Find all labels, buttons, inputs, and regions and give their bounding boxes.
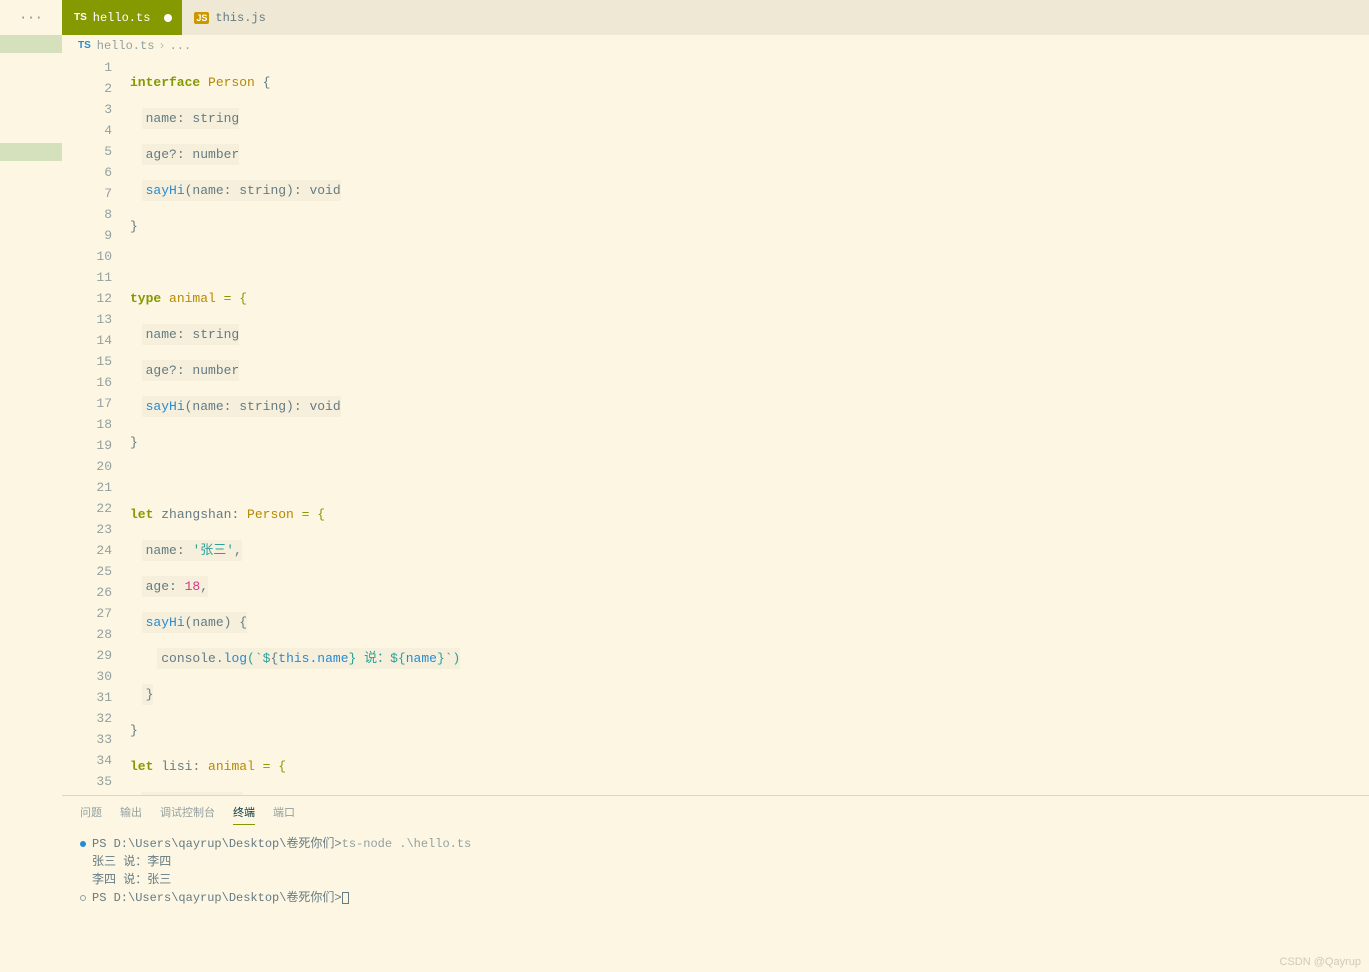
more-button[interactable]: ··· bbox=[0, 0, 62, 35]
change-marker bbox=[0, 35, 62, 53]
overview-ruler bbox=[0, 35, 62, 972]
panel-tab-terminal[interactable]: 终端 bbox=[233, 804, 255, 825]
code-content[interactable]: interface Person { name: string age?: nu… bbox=[116, 57, 1369, 795]
tab-hello-ts[interactable]: TS hello.ts bbox=[62, 0, 182, 35]
terminal-output: 李四 说：张三 bbox=[80, 871, 1351, 889]
panel-tab-ports[interactable]: 端口 bbox=[273, 804, 295, 825]
status-dot-icon bbox=[80, 895, 86, 901]
chevron-right-icon: › bbox=[158, 39, 165, 53]
typescript-icon: TS bbox=[78, 40, 91, 51]
panel-tab-debug[interactable]: 调试控制台 bbox=[160, 804, 215, 825]
tab-label: hello.ts bbox=[93, 11, 151, 25]
status-dot-icon bbox=[80, 841, 86, 847]
panel-tab-output[interactable]: 输出 bbox=[120, 804, 142, 825]
breadcrumb-file: hello.ts bbox=[97, 39, 155, 53]
panel-tab-problems[interactable]: 问题 bbox=[80, 804, 102, 825]
ellipsis-icon: ··· bbox=[19, 10, 42, 25]
tab-this-js[interactable]: JS this.js bbox=[182, 0, 275, 35]
tab-bar: TS hello.ts JS this.js bbox=[62, 0, 1369, 35]
tab-label: this.js bbox=[215, 11, 265, 25]
cursor-icon bbox=[342, 892, 349, 904]
terminal[interactable]: PS D:\Users\qayrup\Desktop\卷死你们> ts-node… bbox=[62, 829, 1369, 972]
change-marker bbox=[0, 143, 62, 161]
breadcrumb[interactable]: TS hello.ts › ... bbox=[62, 35, 1369, 57]
javascript-icon: JS bbox=[194, 12, 209, 24]
bottom-panel: 问题 输出 调试控制台 终端 端口 PS D:\Users\qayrup\Des… bbox=[62, 795, 1369, 972]
panel-tab-bar: 问题 输出 调试控制台 终端 端口 bbox=[62, 796, 1369, 829]
breadcrumb-more: ... bbox=[170, 39, 192, 53]
code-editor[interactable]: 1 2 3 4 5 6 7 8 9 10 11 12 13 14 15 16 1… bbox=[62, 57, 1369, 795]
terminal-output: 张三 说：李四 bbox=[80, 853, 1351, 871]
watermark: CSDN @Qayrup bbox=[1280, 956, 1361, 968]
line-gutter: 1 2 3 4 5 6 7 8 9 10 11 12 13 14 15 16 1… bbox=[62, 57, 116, 795]
modified-dot-icon bbox=[164, 14, 172, 22]
typescript-icon: TS bbox=[74, 12, 87, 23]
